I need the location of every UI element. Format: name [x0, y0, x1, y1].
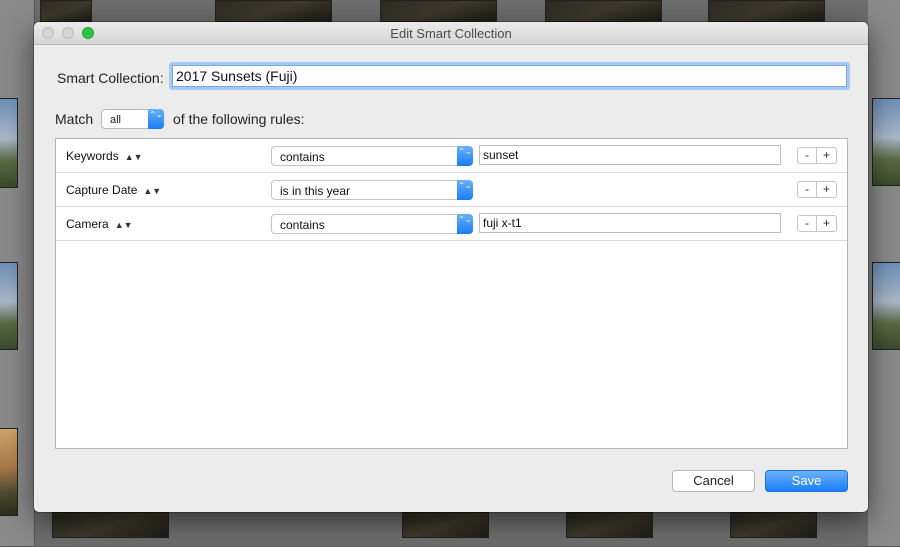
rule-field-select[interactable]: Capture Date ▲▼	[66, 183, 161, 197]
photo-thumbnail[interactable]	[708, 0, 825, 22]
match-mode-select[interactable]: all ⌃⌄	[101, 109, 164, 129]
photo-thumbnail[interactable]	[40, 0, 92, 22]
rule-value-input[interactable]	[479, 213, 781, 233]
rule-operator-value: is in this year	[280, 184, 351, 198]
photo-thumbnail[interactable]	[545, 0, 662, 22]
dialog-title: Edit Smart Collection	[390, 26, 512, 41]
chevron-up-down-icon: ⌃⌄	[148, 109, 164, 129]
match-label: Match	[55, 111, 94, 127]
chevron-up-down-icon: ⌃⌄	[457, 180, 473, 200]
chevron-up-down-icon: ⌃⌄	[457, 214, 473, 234]
photo-thumbnail[interactable]	[402, 512, 489, 538]
rule-field-label: Capture Date	[66, 183, 138, 197]
rule-field-label: Keywords	[66, 149, 119, 163]
save-button[interactable]: Save	[765, 470, 848, 492]
rule-value-input[interactable]	[479, 145, 781, 165]
photo-thumbnail[interactable]	[380, 0, 497, 22]
photo-thumbnail[interactable]	[215, 0, 332, 22]
title-bar[interactable]: Edit Smart Collection	[34, 22, 868, 45]
rule-row: Camera ▲▼ contains ⌃⌄ - +	[56, 207, 847, 241]
following-rules-label: of the following rules:	[173, 111, 305, 127]
remove-rule-button[interactable]: -	[797, 215, 817, 232]
cancel-button[interactable]: Cancel	[672, 470, 755, 492]
rule-field-label: Camera	[66, 217, 109, 231]
edit-smart-collection-dialog: Edit Smart Collection Smart Collection: …	[34, 22, 868, 512]
rule-field-select[interactable]: Camera ▲▼	[66, 217, 133, 231]
add-rule-button[interactable]: +	[817, 215, 837, 232]
up-down-arrows-icon: ▲▼	[114, 220, 133, 230]
add-rule-button[interactable]: +	[817, 147, 837, 164]
rule-field-select[interactable]: Keywords ▲▼	[66, 149, 143, 163]
rule-operator-select[interactable]: contains ⌃⌄	[271, 214, 473, 234]
photo-thumbnail[interactable]	[872, 262, 900, 350]
photo-thumbnail[interactable]	[730, 512, 817, 538]
photo-thumbnail[interactable]	[0, 428, 18, 516]
rule-row: Keywords ▲▼ contains ⌃⌄ - +	[56, 139, 847, 173]
remove-rule-button[interactable]: -	[797, 181, 817, 198]
photo-thumbnail[interactable]	[566, 512, 653, 538]
photo-thumbnail[interactable]	[0, 98, 18, 188]
photo-thumbnail[interactable]	[52, 512, 169, 538]
rule-operator-select[interactable]: contains ⌃⌄	[271, 146, 473, 166]
rule-operator-value: contains	[280, 218, 325, 232]
rule-operator-value: contains	[280, 150, 325, 164]
collection-name-input[interactable]	[172, 65, 847, 87]
photo-thumbnail[interactable]	[872, 98, 900, 186]
remove-rule-button[interactable]: -	[797, 147, 817, 164]
rule-row: Capture Date ▲▼ is in this year ⌃⌄ - +	[56, 173, 847, 207]
rules-list: Keywords ▲▼ contains ⌃⌄ - + Capture Date ▲…	[55, 138, 848, 449]
up-down-arrows-icon: ▲▼	[143, 186, 162, 196]
chevron-up-down-icon: ⌃⌄	[457, 146, 473, 166]
up-down-arrows-icon: ▲▼	[124, 152, 143, 162]
match-mode-value: all	[110, 114, 122, 126]
collection-name-label: Smart Collection:	[57, 70, 164, 86]
photo-thumbnail[interactable]	[0, 262, 18, 350]
add-rule-button[interactable]: +	[817, 181, 837, 198]
rule-operator-select[interactable]: is in this year ⌃⌄	[271, 180, 473, 200]
